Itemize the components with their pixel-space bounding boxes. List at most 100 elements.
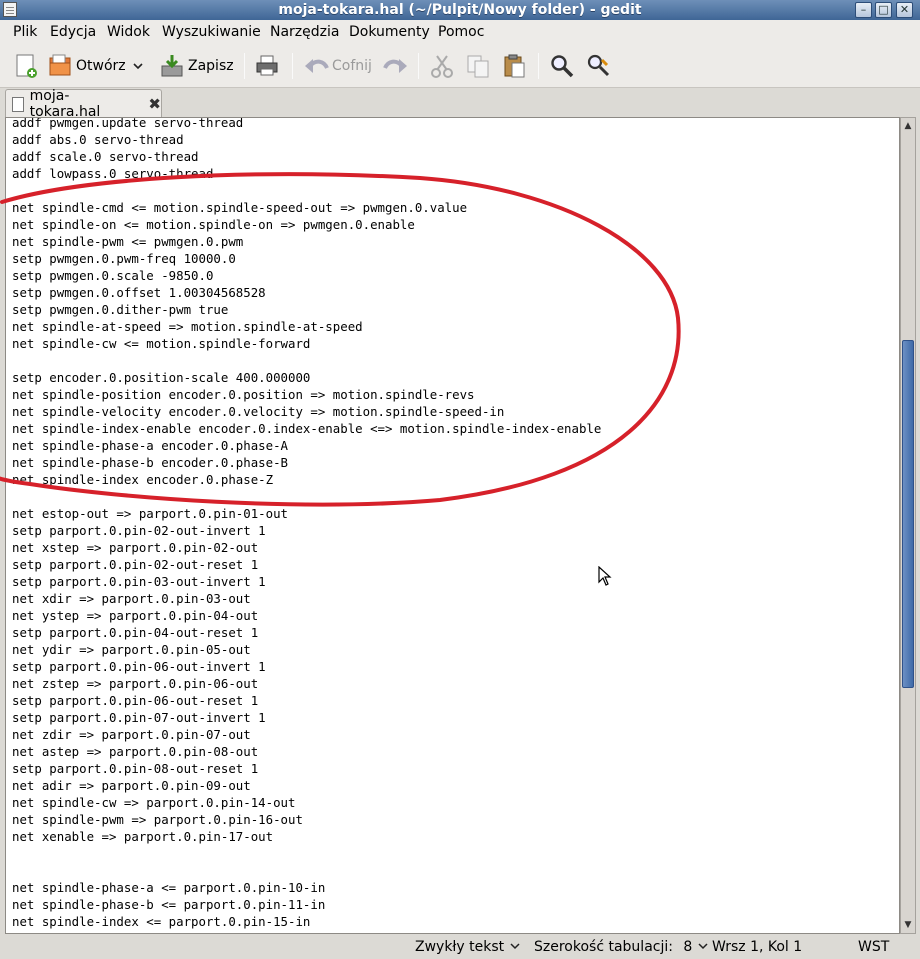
text-document-icon: [12, 96, 24, 112]
code-line: net spindle-velocity encoder.0.velocity …: [12, 404, 505, 419]
code-line: addf scale.0 servo-thread: [12, 149, 199, 164]
toolbar-separator: [244, 53, 245, 79]
code-line: net estop-out => parport.0.pin-01-out: [12, 506, 289, 521]
maximize-button[interactable]: □: [875, 2, 892, 18]
menu-dokumenty[interactable]: Dokumenty: [349, 24, 430, 40]
toolbar: Otwórz Zapisz Cofnij: [0, 44, 920, 88]
menu-pomoc[interactable]: Pomoc: [438, 24, 484, 40]
code-line: net spindle-pwm => parport.0.pin-16-out: [12, 812, 303, 827]
undo-button[interactable]: Cofnij: [302, 50, 372, 82]
new-document-icon: [12, 52, 40, 80]
cursor-position: Wrsz 1, Kol 1: [712, 939, 803, 955]
paste-icon: [500, 52, 528, 80]
mouse-pointer-icon: [598, 566, 612, 586]
copy-icon: [464, 52, 492, 80]
search-icon: [548, 52, 576, 80]
code-line: net ydir => parport.0.pin-05-out: [12, 642, 251, 657]
menu-plik[interactable]: Plik: [13, 24, 37, 40]
code-line: setp parport.0.pin-04-out-reset 1: [12, 625, 259, 640]
code-line: addf pwmgen.update servo-thread: [12, 117, 244, 130]
code-line: net spindle-cw <= motion.spindle-forward: [12, 336, 311, 351]
undo-icon: [302, 52, 330, 80]
code-line: net spindle-phase-a encoder.0.phase-A: [12, 438, 289, 453]
code-line: net spindle-phase-b <= parport.0.pin-11-…: [12, 897, 326, 912]
save-icon: [158, 52, 186, 80]
close-window-button[interactable]: ✕: [896, 2, 913, 18]
code-line: net spindle-index encoder.0.phase-Z: [12, 472, 274, 487]
copy-button[interactable]: [464, 50, 492, 82]
code-line: net spindle-index-enable encoder.0.index…: [12, 421, 602, 436]
code-line: net adir => parport.0.pin-09-out: [12, 778, 251, 793]
replace-button[interactable]: [585, 50, 613, 82]
tab-width-value: 8: [683, 939, 693, 955]
code-line: setp parport.0.pin-08-out-reset 1: [12, 761, 259, 776]
code-line: setp pwmgen.0.dither-pwm true: [12, 302, 229, 317]
code-line: net astep => parport.0.pin-08-out: [12, 744, 259, 759]
open-button[interactable]: Otwórz: [46, 50, 126, 82]
code-line: net spindle-index <= parport.0.pin-15-in: [12, 914, 311, 929]
cut-icon: [428, 52, 456, 80]
text-editor[interactable]: addf pwmgen.update servo-thread addf abs.…: [5, 117, 900, 934]
code-line: net spindle-cmd <= motion.spindle-speed-…: [12, 200, 468, 215]
code-line: setp pwmgen.0.pwm-freq 10000.0: [12, 251, 236, 266]
menu-edycja[interactable]: Edycja: [50, 24, 96, 40]
code-line: net xstep => parport.0.pin-02-out: [12, 540, 259, 555]
redo-button[interactable]: [382, 50, 410, 82]
gedit-window: moja-tokara.hal (~/Pulpit/Nowy folder) -…: [0, 0, 920, 959]
window-title: moja-tokara.hal (~/Pulpit/Nowy folder) -…: [278, 2, 642, 18]
paste-button[interactable]: [500, 50, 528, 82]
undo-button-label: Cofnij: [332, 58, 372, 74]
code-line: setp parport.0.pin-06-out-reset 1: [12, 693, 259, 708]
code-line: net spindle-phase-b encoder.0.phase-B: [12, 455, 289, 470]
new-document-button[interactable]: [12, 50, 40, 82]
code-line: net spindle-on <= motion.spindle-on => p…: [12, 217, 415, 232]
save-button-label: Zapisz: [188, 58, 234, 74]
tab-moja-tokara[interactable]: moja-tokara.hal ✖: [5, 88, 162, 120]
open-recent-dropdown[interactable]: [131, 50, 145, 82]
code-line: setp pwmgen.0.scale -9850.0: [12, 268, 214, 283]
toolbar-separator: [538, 53, 539, 79]
menu-widok[interactable]: Widok: [107, 24, 150, 40]
code-line: net spindle-cw => parport.0.pin-14-out: [12, 795, 296, 810]
menu-narzedzia[interactable]: Narzędzia: [270, 24, 339, 40]
minimize-button[interactable]: –: [855, 2, 872, 18]
title-bar[interactable]: moja-tokara.hal (~/Pulpit/Nowy folder) -…: [0, 0, 920, 20]
open-button-label: Otwórz: [76, 58, 126, 74]
vertical-scrollbar[interactable]: ▲ ▼: [900, 117, 916, 934]
tab-label: moja-tokara.hal: [29, 88, 101, 120]
scroll-down-icon[interactable]: ▼: [902, 918, 914, 932]
chevron-down-icon: [698, 943, 708, 950]
print-icon: [253, 52, 281, 80]
code-line: net ystep => parport.0.pin-04-out: [12, 608, 259, 623]
search-button[interactable]: [548, 50, 576, 82]
scroll-up-icon[interactable]: ▲: [902, 119, 914, 133]
print-button[interactable]: [253, 50, 281, 82]
code-line: setp encoder.0.position-scale 400.000000: [12, 370, 311, 385]
code-line: net spindle-at-speed => motion.spindle-a…: [12, 319, 363, 334]
code-line: addf lowpass.0 servo-thread: [12, 166, 214, 181]
menu-wyszukiwanie[interactable]: Wyszukiwanie: [162, 24, 261, 40]
toolbar-separator: [418, 53, 419, 79]
code-line: setp parport.0.pin-03-out-invert 1: [12, 574, 266, 589]
code-line: net spindle-pwm <= pwmgen.0.pwm: [12, 234, 244, 249]
status-bar: Zwykły tekst Szerokość tabulacji: 8 Wrsz…: [0, 935, 920, 959]
cut-button[interactable]: [428, 50, 456, 82]
close-tab-icon[interactable]: ✖: [148, 95, 161, 113]
code-line: net zstep => parport.0.pin-06-out: [12, 676, 259, 691]
syntax-mode-dropdown[interactable]: Zwykły tekst: [415, 939, 521, 955]
code-line: setp parport.0.pin-06-out-invert 1: [12, 659, 266, 674]
code-line: net spindle-position encoder.0.position …: [12, 387, 475, 402]
code-line: setp pwmgen.0.offset 1.00304568528: [12, 285, 266, 300]
chevron-down-icon: [510, 943, 520, 950]
code-line: setp parport.0.pin-02-out-invert 1: [12, 523, 266, 538]
tab-width-dropdown[interactable]: Szerokość tabulacji: 8: [534, 939, 709, 955]
scrollbar-thumb[interactable]: [902, 340, 914, 688]
save-button[interactable]: Zapisz: [158, 50, 234, 82]
code-text: addf pwmgen.update servo-thread addf abs.…: [12, 117, 602, 930]
chevron-down-icon: [133, 63, 143, 70]
